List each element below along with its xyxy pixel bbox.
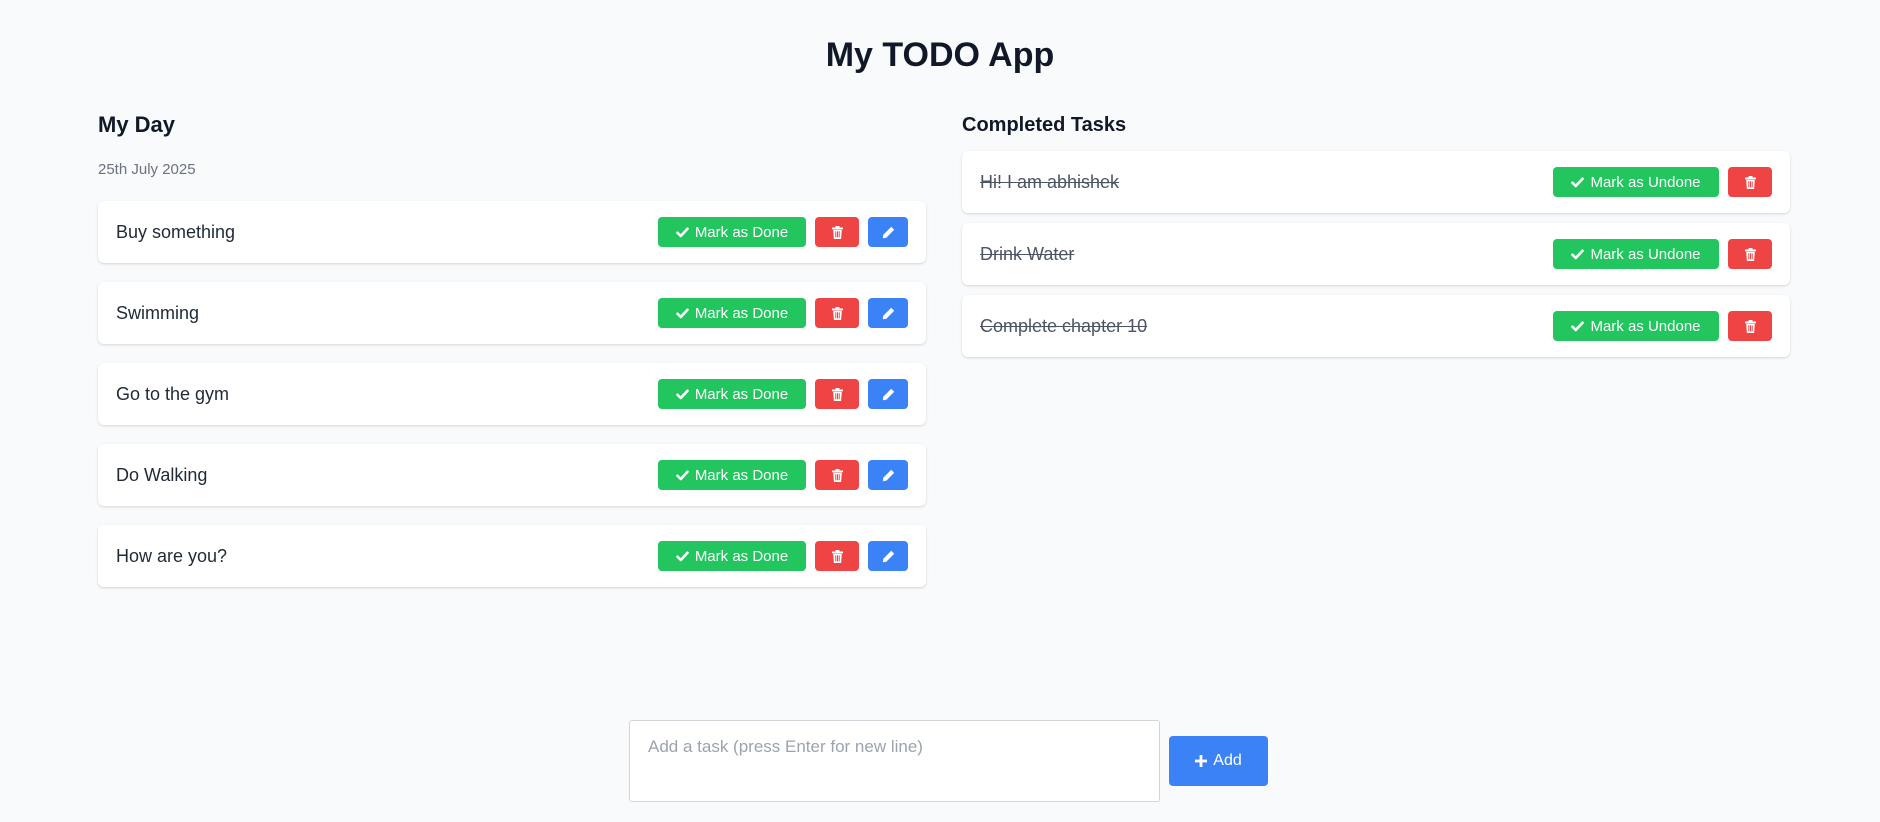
mark-as-undone-button[interactable]: Mark as Undone [1553, 311, 1719, 341]
trash-icon [831, 225, 843, 239]
delete-button[interactable] [815, 460, 859, 490]
task-actions: Mark as Done [658, 298, 908, 328]
task-actions: Mark as Undone [1553, 239, 1772, 269]
completed-task-list: Hi! I am abhishek Mark as Undone Drink W… [962, 151, 1790, 357]
task-actions: Mark as Undone [1553, 311, 1772, 341]
trash-icon [1744, 247, 1756, 261]
mark-as-done-label: Mark as Done [694, 466, 789, 484]
completed-tasks-panel: Completed Tasks Hi! I am abhishek Mark a… [962, 110, 1790, 367]
task-card: Do Walking Mark as Done [98, 444, 926, 506]
delete-button[interactable] [1728, 239, 1772, 269]
mark-as-undone-button[interactable]: Mark as Undone [1553, 167, 1719, 197]
trash-icon [1744, 175, 1756, 189]
task-text: Swimming [116, 302, 200, 323]
edit-button[interactable] [868, 460, 908, 490]
task-actions: Mark as Done [658, 217, 908, 247]
mark-as-done-label: Mark as Done [694, 385, 789, 403]
trash-icon [1744, 319, 1756, 333]
edit-button[interactable] [868, 217, 908, 247]
pending-task-list: Buy something Mark as Done Swimming Mark… [98, 201, 926, 587]
my-day-heading: My Day [98, 112, 176, 137]
pencil-icon [882, 550, 895, 563]
task-card: Go to the gym Mark as Done [98, 363, 926, 425]
mark-as-undone-label: Mark as Undone [1590, 173, 1701, 191]
trash-icon [831, 387, 843, 401]
app-title: My TODO App [825, 36, 1055, 74]
task-card: Buy something Mark as Done [98, 201, 926, 263]
task-card: Swimming Mark as Done [98, 282, 926, 344]
check-icon [1571, 177, 1585, 188]
plus-icon [1195, 755, 1208, 767]
pencil-icon [882, 226, 895, 239]
mark-as-undone-label: Mark as Undone [1590, 317, 1701, 335]
edit-button[interactable] [868, 379, 908, 409]
current-date: 25th July 2025 [98, 161, 196, 178]
task-actions: Mark as Done [658, 541, 908, 571]
completed-task-text: Hi! I am abhishek [980, 171, 1120, 192]
mark-as-done-button[interactable]: Mark as Done [658, 298, 806, 328]
check-icon [676, 227, 689, 238]
my-day-panel: My Day 25th July 2025 Buy something Mark… [98, 110, 926, 606]
mark-as-done-label: Mark as Done [694, 304, 789, 322]
edit-button[interactable] [868, 541, 908, 571]
task-card: How are you? Mark as Done [98, 525, 926, 587]
mark-as-done-button[interactable]: Mark as Done [658, 379, 806, 409]
task-actions: Mark as Done [658, 460, 908, 490]
check-icon [1571, 249, 1585, 260]
pencil-icon [882, 469, 895, 482]
trash-icon [831, 549, 843, 563]
add-task-button[interactable]: Add [1169, 736, 1268, 786]
completed-task-card: Complete chapter 10 Mark as Undone [962, 295, 1790, 357]
check-icon [1571, 321, 1585, 332]
completed-task-text: Drink Water [980, 243, 1075, 264]
delete-button[interactable] [815, 379, 859, 409]
task-text: Do Walking [116, 464, 208, 485]
delete-button[interactable] [1728, 167, 1772, 197]
check-icon [676, 389, 689, 400]
completed-task-card: Drink Water Mark as Undone [962, 223, 1790, 285]
task-actions: Mark as Undone [1553, 167, 1772, 197]
check-icon [676, 308, 689, 319]
delete-button[interactable] [815, 541, 859, 571]
task-text: How are you? [116, 545, 228, 566]
mark-as-done-button[interactable]: Mark as Done [658, 541, 806, 571]
check-icon [676, 470, 689, 481]
delete-button[interactable] [1728, 311, 1772, 341]
add-task-label: Add [1213, 752, 1242, 769]
mark-as-undone-label: Mark as Undone [1590, 245, 1701, 263]
task-text: Buy something [116, 221, 236, 242]
delete-button[interactable] [815, 217, 859, 247]
task-text: Go to the gym [116, 383, 230, 404]
add-task-composer: Add [629, 720, 1268, 802]
completed-task-card: Hi! I am abhishek Mark as Undone [962, 151, 1790, 213]
pencil-icon [882, 388, 895, 401]
completed-tasks-heading: Completed Tasks [962, 114, 1127, 136]
delete-button[interactable] [815, 298, 859, 328]
task-actions: Mark as Done [658, 379, 908, 409]
mark-as-done-button[interactable]: Mark as Done [658, 217, 806, 247]
mark-as-done-label: Mark as Done [694, 223, 789, 241]
completed-task-text: Complete chapter 10 [980, 315, 1148, 336]
check-icon [676, 551, 689, 562]
pencil-icon [882, 307, 895, 320]
trash-icon [831, 468, 843, 482]
trash-icon [831, 306, 843, 320]
mark-as-done-button[interactable]: Mark as Done [658, 460, 806, 490]
add-task-input[interactable] [629, 720, 1160, 802]
edit-button[interactable] [868, 298, 908, 328]
mark-as-undone-button[interactable]: Mark as Undone [1553, 239, 1719, 269]
mark-as-done-label: Mark as Done [694, 547, 789, 565]
